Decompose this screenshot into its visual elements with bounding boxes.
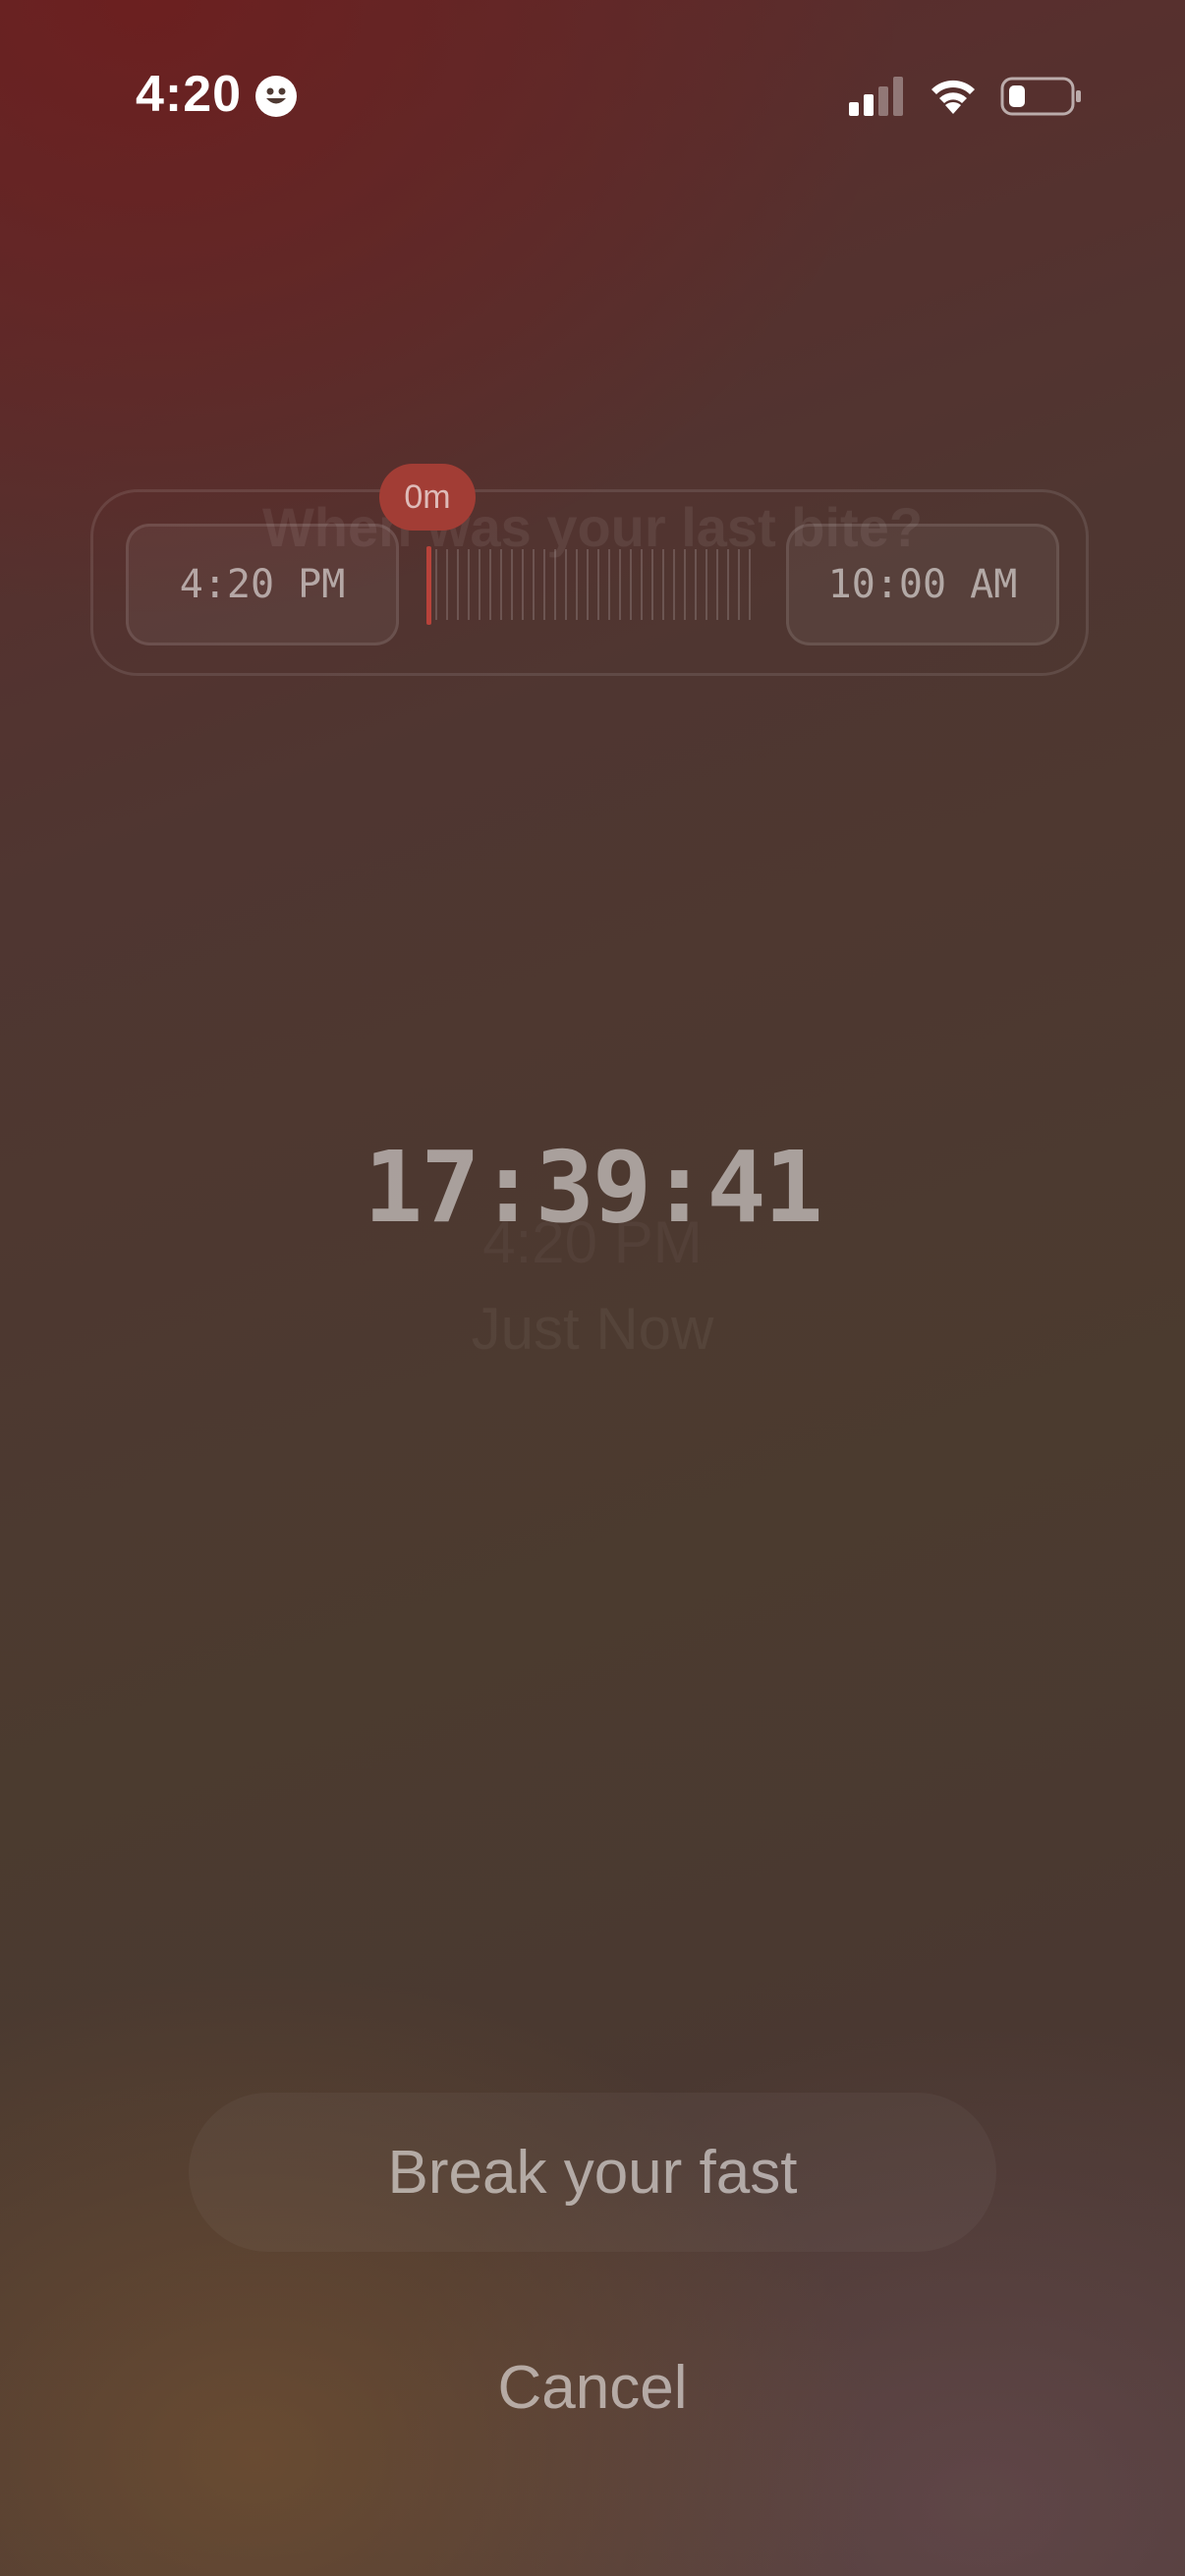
time-indicator-line[interactable] bbox=[426, 546, 431, 625]
start-time-box[interactable]: 4:20 PM bbox=[126, 524, 399, 645]
smiley-icon bbox=[255, 76, 297, 117]
end-time-box[interactable]: 10:00 AM bbox=[786, 524, 1059, 645]
cancel-button[interactable]: Cancel bbox=[396, 2338, 789, 2436]
break-fast-button[interactable]: Break your fast bbox=[189, 2093, 996, 2252]
status-time: 4:20 bbox=[136, 66, 243, 123]
elapsed-badge: 0m bbox=[379, 464, 476, 531]
last-bite-relative: Just Now bbox=[471, 1296, 714, 1362]
wifi-icon bbox=[931, 80, 975, 114]
battery-icon bbox=[1000, 77, 1081, 116]
status-bar: 4:20 bbox=[0, 0, 1185, 196]
cellular-signal-icon bbox=[849, 77, 903, 116]
time-ruler[interactable] bbox=[426, 545, 761, 624]
fast-timer: 17:39:41 bbox=[364, 1130, 823, 1245]
